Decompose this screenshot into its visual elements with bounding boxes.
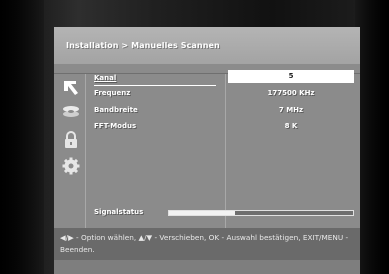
bottom-strip [54, 260, 360, 274]
menu-header: Installation > Manuelles Scannen [54, 27, 360, 64]
lock-icon[interactable] [62, 131, 80, 149]
icon-column-divider [85, 74, 86, 228]
setting-value-bandbreite[interactable]: 7 MHz [228, 104, 354, 117]
gear-icon[interactable] [62, 157, 80, 175]
signal-status-label: Signalstatus [94, 208, 144, 216]
setting-row-bandbreite[interactable]: Bandbreite [94, 104, 216, 117]
setting-row-fft-modus[interactable]: FFT-Modus [94, 120, 216, 133]
setting-value-kanal[interactable]: 5 [228, 70, 354, 83]
setting-value-frequenz[interactable]: 177500 KHz [228, 87, 354, 100]
menu-icon-column [59, 74, 81, 228]
tv-screen: Installation > Manuelles Scannen Kanal 5… [0, 0, 389, 274]
help-text: ◀/▶ - Option wählen, ▲/▼ - Verschieben, … [60, 233, 349, 254]
breadcrumb: Installation > Manuelles Scannen [66, 41, 220, 50]
antenna-icon[interactable] [62, 79, 80, 97]
signal-level-fill [169, 211, 236, 215]
setting-label-frequenz: Frequenz [94, 89, 131, 97]
setting-row-frequenz[interactable]: Frequenz [94, 87, 216, 100]
value-column-divider [225, 74, 226, 228]
setting-row-kanal[interactable]: Kanal [94, 72, 216, 86]
right-vignette [355, 0, 389, 274]
left-vignette [0, 0, 44, 274]
setting-label-fft-modus: FFT-Modus [94, 122, 137, 130]
signal-status-bar [168, 210, 354, 216]
satellite-dish-icon[interactable] [62, 103, 80, 121]
manual-scan-menu: Installation > Manuelles Scannen Kanal 5… [54, 27, 360, 274]
help-bar: ◀/▶ - Option wählen, ▲/▼ - Verschieben, … [54, 228, 360, 260]
setting-label-kanal: Kanal [94, 74, 117, 82]
setting-value-fft-modus[interactable]: 8 K [228, 120, 354, 133]
setting-label-bandbreite: Bandbreite [94, 106, 138, 114]
